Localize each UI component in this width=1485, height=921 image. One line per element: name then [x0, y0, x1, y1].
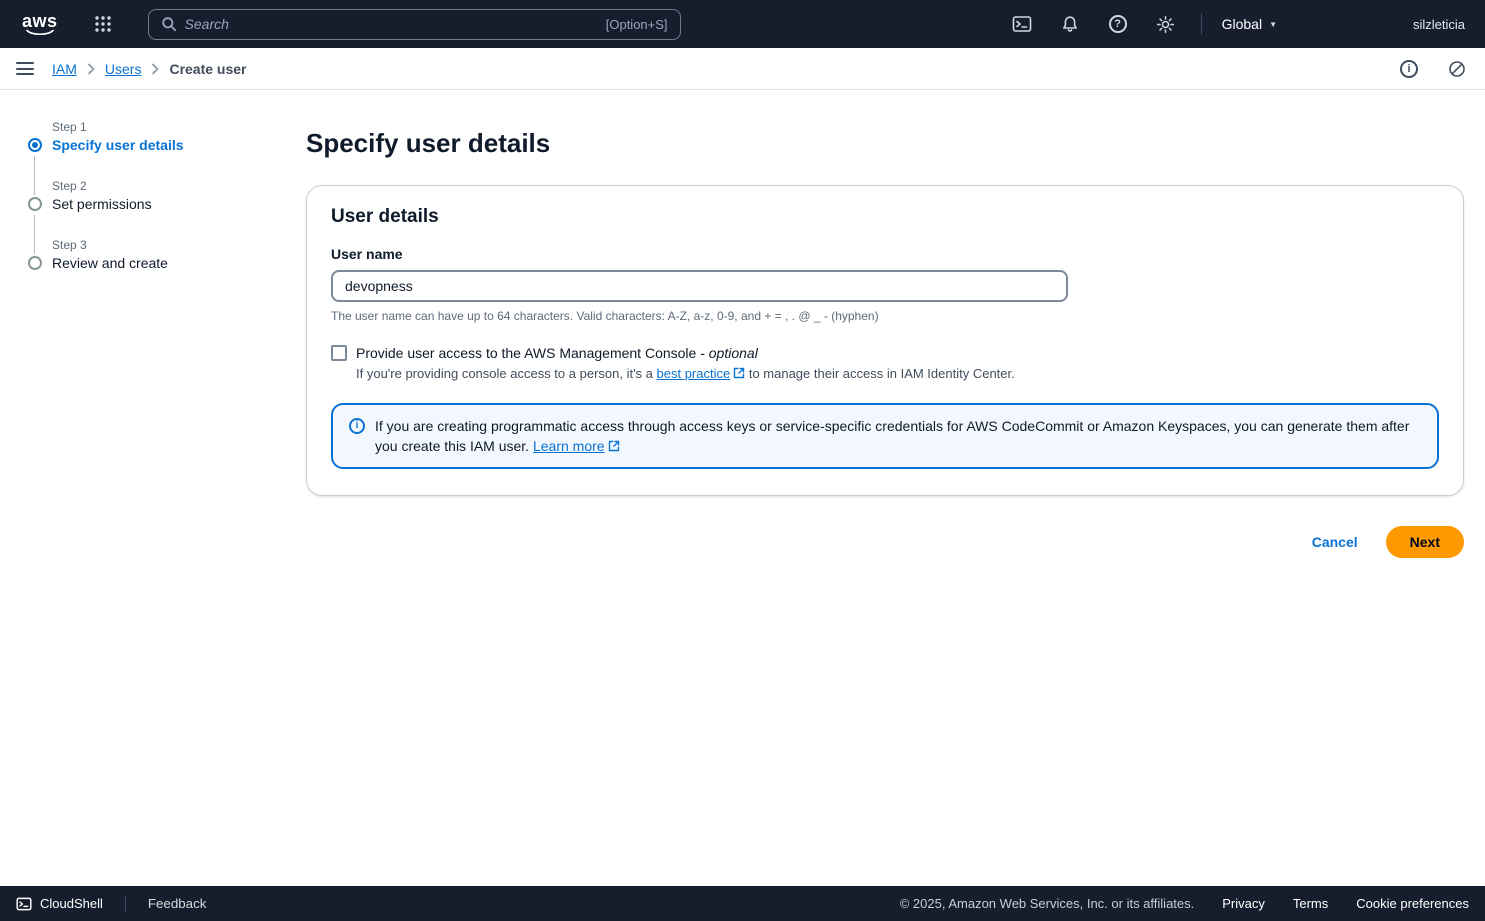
console-access-row: Provide user access to the AWS Managemen… [331, 345, 1439, 361]
search-icon [161, 16, 177, 32]
topnav-right-group: ? Global ▼ silzleticia [1001, 4, 1469, 44]
terminal-icon [1012, 14, 1032, 34]
next-button[interactable]: Next [1386, 526, 1464, 558]
info-alert: i If you are creating programmatic acces… [331, 403, 1439, 469]
learn-more-link[interactable]: Learn more [533, 438, 605, 454]
top-navigation-bar: aws [Option+S] ? Global ▼ silzleticia [0, 0, 1485, 48]
info-icon: i [349, 418, 365, 434]
search-bar[interactable]: [Option+S] [148, 9, 681, 40]
user-name-input[interactable] [331, 270, 1068, 302]
divider [125, 896, 126, 912]
wizard-actions: Cancel Next [306, 526, 1464, 558]
console-access-label: Provide user access to the AWS Managemen… [356, 345, 758, 361]
breadcrumb-bar: IAM Users Create user i [0, 48, 1485, 90]
account-menu-button[interactable]: silzleticia [1409, 17, 1469, 32]
aws-logo-smile-icon [25, 29, 55, 37]
step-2-label: Set permissions [52, 196, 306, 212]
info-alert-content: If you are creating programmatic access … [375, 416, 1421, 456]
aws-logo[interactable]: aws [16, 11, 68, 37]
external-link-icon [608, 440, 620, 452]
step-2-set-permissions[interactable]: Step 2 Set permissions [28, 179, 306, 238]
content-area: Step 1 Specify user details Step 2 Set p… [0, 90, 1485, 886]
aws-logo-text: aws [22, 13, 58, 29]
main-panel: Specify user details User details User n… [306, 90, 1485, 558]
console-access-help-prefix: If you're providing console access to a … [356, 366, 657, 381]
user-name-help-text: The user name can have up to 64 characte… [331, 309, 1439, 323]
card-heading: User details [331, 206, 1439, 228]
circle-slash-icon [1448, 60, 1466, 78]
gear-icon [1156, 15, 1175, 34]
breadcrumb-right-group: i [1397, 57, 1469, 81]
cloudshell-button[interactable] [1001, 4, 1043, 44]
bell-icon [1061, 15, 1079, 33]
external-link-icon [733, 367, 745, 379]
search-shortcut-hint: [Option+S] [606, 17, 668, 32]
chevron-right-icon [151, 63, 159, 75]
side-menu-toggle-icon[interactable] [16, 62, 34, 75]
step-3-review-and-create[interactable]: Step 3 Review and create [28, 238, 306, 297]
footer-link-privacy[interactable]: Privacy [1222, 896, 1265, 911]
console-access-help: If you're providing console access to a … [356, 366, 1439, 381]
feedback-button[interactable]: Feedback [148, 896, 207, 911]
region-label: Global [1222, 16, 1262, 32]
notifications-status-button[interactable] [1445, 57, 1469, 81]
cloudshell-label: CloudShell [40, 896, 103, 911]
best-practice-link[interactable]: best practice [657, 366, 731, 381]
footer-link-cookie-preferences[interactable]: Cookie preferences [1356, 896, 1469, 911]
breadcrumb-link-iam[interactable]: IAM [52, 61, 77, 77]
info-icon: i [1400, 60, 1418, 78]
divider [1201, 13, 1202, 35]
help-button[interactable]: ? [1097, 4, 1139, 44]
breadcrumb-current: Create user [169, 61, 246, 77]
breadcrumb-link-users[interactable]: Users [105, 61, 142, 77]
settings-button[interactable] [1145, 4, 1187, 44]
step-3-label: Review and create [52, 255, 306, 271]
step-3-radio-icon [28, 256, 42, 270]
chevron-right-icon [87, 63, 95, 75]
chevron-down-icon: ▼ [1269, 20, 1277, 29]
wizard-steps: Step 1 Specify user details Step 2 Set p… [0, 90, 306, 297]
step-1-label: Specify user details [52, 137, 306, 153]
info-alert-text: If you are creating programmatic access … [375, 418, 1409, 454]
cancel-button[interactable]: Cancel [1312, 534, 1358, 550]
copyright-text: © 2025, Amazon Web Services, Inc. or its… [900, 896, 1195, 911]
apps-grid-icon [94, 15, 112, 33]
user-name-label: User name [331, 246, 1439, 262]
cloudshell-toggle[interactable]: CloudShell [16, 896, 103, 912]
step-3-number: Step 3 [52, 238, 306, 252]
notifications-button[interactable] [1049, 4, 1091, 44]
console-access-checkbox[interactable] [331, 345, 347, 361]
user-details-card: User details User name The user name can… [306, 185, 1464, 496]
step-1-specify-user-details[interactable]: Step 1 Specify user details [28, 120, 306, 179]
step-2-number: Step 2 [52, 179, 306, 193]
terminal-icon [16, 896, 32, 912]
step-1-number: Step 1 [52, 120, 306, 134]
footer-right-group: © 2025, Amazon Web Services, Inc. or its… [900, 896, 1469, 911]
breadcrumb: IAM Users Create user [52, 61, 247, 77]
services-menu-button[interactable] [82, 4, 124, 44]
console-access-help-suffix: to manage their access in IAM Identity C… [745, 366, 1015, 381]
info-panel-button[interactable]: i [1397, 57, 1421, 81]
question-mark-icon: ? [1109, 15, 1127, 33]
page-title: Specify user details [306, 128, 1464, 159]
search-input[interactable] [185, 16, 598, 32]
optional-text: optional [709, 345, 758, 361]
step-2-radio-icon [28, 197, 42, 211]
footer-link-terms[interactable]: Terms [1293, 896, 1328, 911]
step-1-radio-icon [28, 138, 42, 152]
region-selector[interactable]: Global ▼ [1216, 16, 1283, 32]
console-footer: CloudShell Feedback © 2025, Amazon Web S… [0, 886, 1485, 921]
